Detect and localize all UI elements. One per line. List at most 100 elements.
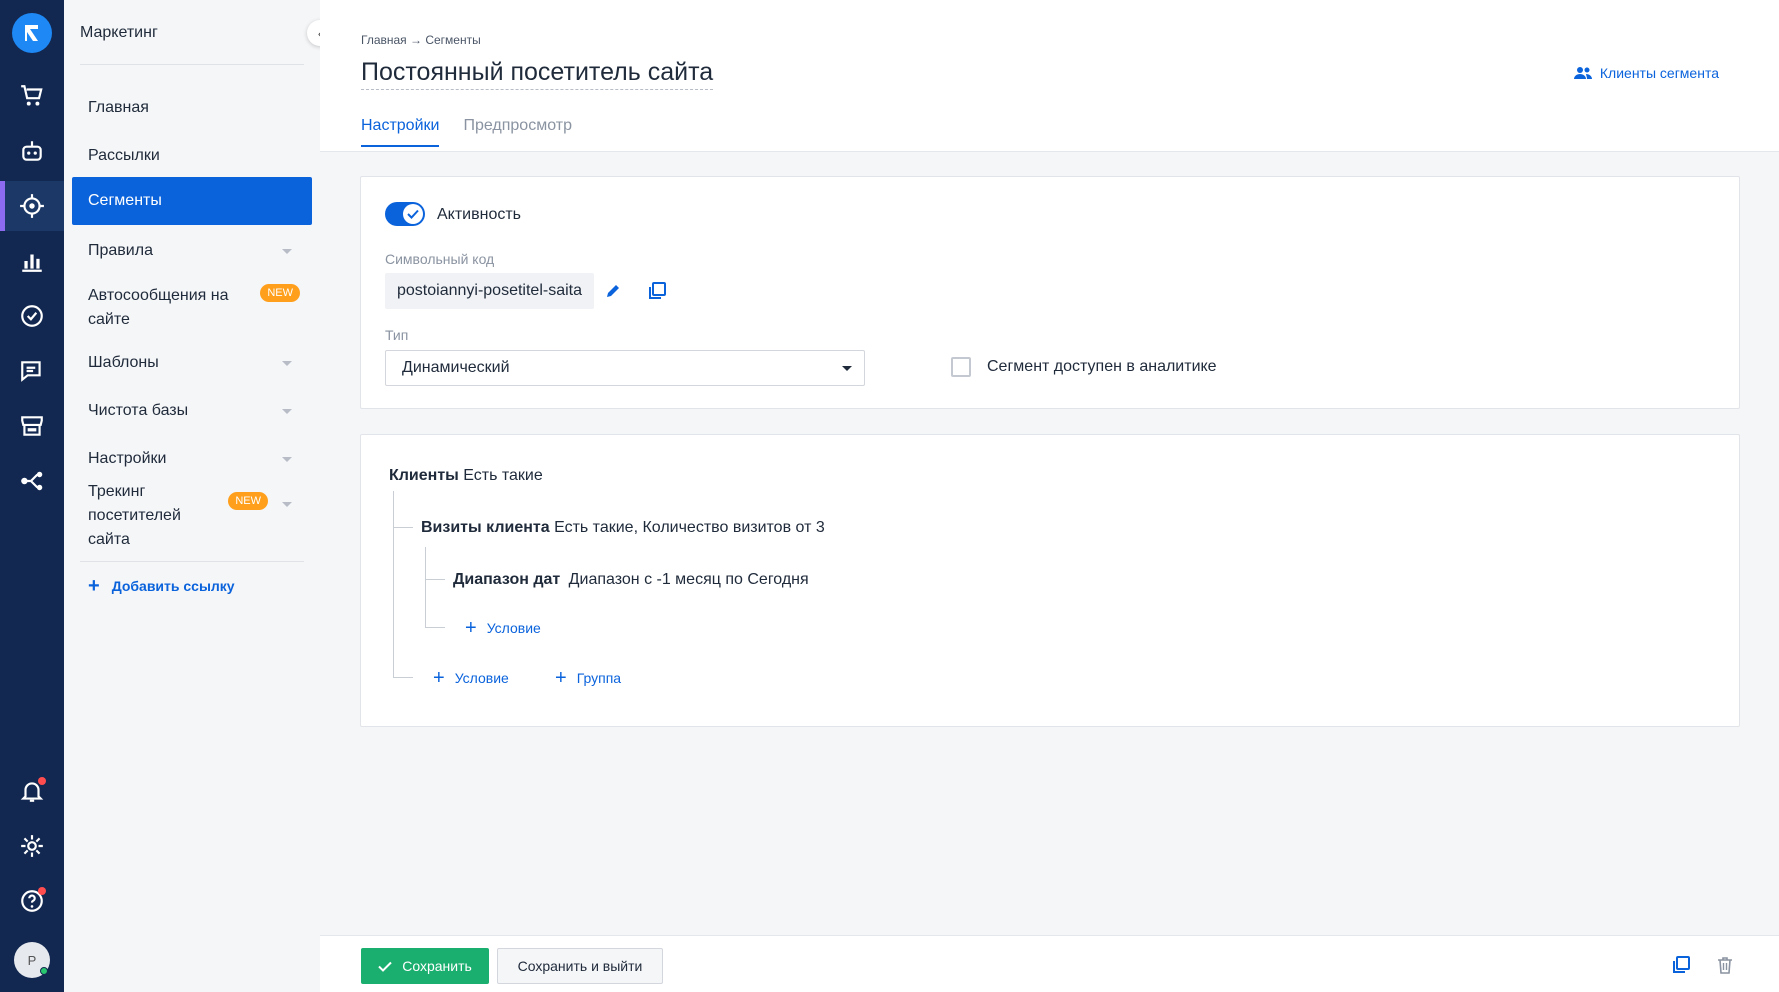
filter-clients-row[interactable]: Клиенты Есть такие (389, 467, 543, 485)
section-sidebar: Маркетинг Главная Рассылки Сегменты Прав… (64, 0, 320, 992)
pencil-icon (607, 285, 619, 297)
sidebar-item-templates[interactable]: Шаблоны (72, 345, 312, 381)
chevron-down-icon (282, 361, 292, 366)
add-link-button[interactable]: + Добавить ссылку (88, 576, 235, 596)
rail-help[interactable] (0, 876, 64, 926)
sidebar-item-automessages[interactable]: Автосообщения на сайте NEW (72, 280, 312, 336)
add-link-label: Добавить ссылку (111, 578, 235, 594)
chevron-down-icon (282, 457, 292, 462)
delete-segment-button[interactable] (1713, 953, 1737, 977)
save-button-label: Сохранить (402, 958, 472, 974)
code-label: Символьный код (385, 251, 495, 267)
plus-icon: + (465, 617, 477, 639)
filter-name: Визиты клиента (421, 519, 550, 536)
chevron-down-icon (282, 409, 292, 414)
footer-bar: Сохранить Сохранить и выйти (320, 935, 1779, 992)
sidebar-item-label: Главная (88, 99, 149, 116)
users-icon (1573, 67, 1592, 79)
sidebar-item-label: Сегменты (88, 192, 162, 209)
sidebar-item-mailings[interactable]: Рассылки (72, 138, 312, 174)
cart-icon (21, 85, 43, 106)
rail-settings[interactable] (0, 821, 64, 871)
tree-line (393, 527, 413, 528)
trash-icon (1718, 957, 1732, 974)
segment-clients-link[interactable]: Клиенты сегмента (1573, 65, 1719, 81)
tree-line (425, 627, 445, 628)
chevron-down-icon (282, 249, 292, 254)
plus-icon: + (433, 667, 445, 689)
check-icon (407, 209, 419, 219)
tree-line (393, 491, 394, 677)
breadcrumb[interactable]: Главная → Сегменты (361, 33, 481, 47)
add-condition-button[interactable]: + Условие (433, 667, 509, 689)
filter-name: Клиенты (389, 467, 459, 484)
copy-segment-button[interactable] (1669, 953, 1693, 977)
copy-icon (649, 282, 666, 299)
filter-desc: Есть такие (463, 467, 543, 484)
robot-icon (22, 141, 42, 161)
divider (80, 561, 304, 562)
activity-toggle[interactable] (385, 202, 425, 226)
sidebar-item-visitor-tracking[interactable]: Трекинг посетителей сайта NEW (72, 483, 312, 548)
sidebar-item-rules[interactable]: Правила (72, 233, 312, 269)
save-button[interactable]: Сохранить (361, 948, 489, 984)
inner-add-condition-button[interactable]: + Условие (465, 617, 541, 639)
add-group-button[interactable]: + Группа (555, 667, 622, 689)
toggle-knob (403, 204, 423, 224)
app-logo[interactable] (12, 13, 52, 53)
copy-code-button[interactable] (645, 279, 669, 303)
online-status-dot (40, 967, 48, 975)
type-label: Тип (385, 327, 409, 343)
sidebar-item-label: Чистота базы (88, 402, 189, 419)
sidebar-item-label: Трекинг посетителей сайта (88, 483, 181, 548)
sidebar-item-home[interactable]: Главная (72, 90, 312, 126)
sidebar-item-label: Правила (88, 242, 153, 259)
sidebar-item-segments[interactable]: Сегменты (72, 177, 312, 225)
divider (80, 64, 304, 65)
add-group-label: Группа (576, 670, 622, 686)
tab-preview[interactable]: Предпросмотр (463, 117, 572, 147)
rail-notifications[interactable] (0, 766, 64, 816)
logo-icon (25, 25, 38, 41)
rail-cart[interactable] (0, 71, 64, 121)
filter-visits-row[interactable]: Визиты клиента Есть такие, Количество ви… (421, 519, 825, 537)
sidebar-item-db-cleanliness[interactable]: Чистота базы (72, 393, 312, 429)
filter-date-range-row[interactable]: Диапазон дат Диапазон с -1 месяц по Сего… (453, 571, 809, 589)
plus-icon: + (555, 667, 567, 689)
save-exit-button[interactable]: Сохранить и выйти (497, 948, 663, 984)
filter-desc: Диапазон с -1 месяц по Сегодня (568, 571, 809, 588)
sidebar-item-label: Рассылки (88, 147, 160, 164)
analytics-checkbox[interactable] (951, 357, 971, 377)
add-condition-label: Условие (454, 670, 509, 686)
rail-analytics[interactable] (0, 236, 64, 286)
page-title[interactable]: Постоянный посетитель сайта (361, 58, 714, 90)
rail-target[interactable] (0, 181, 64, 231)
copy-icon (1673, 956, 1690, 973)
rail-store[interactable] (0, 401, 64, 451)
add-condition-label: Условие (486, 620, 541, 636)
tree-line (425, 547, 426, 627)
tree-line (393, 677, 413, 678)
code-field: postoiannyi-posetitel-saita (385, 273, 594, 309)
chevron-down-icon (282, 502, 292, 507)
main-content: Главная → Сегменты Постоянный посетитель… (320, 0, 1779, 992)
rail-share[interactable] (0, 456, 64, 506)
share-icon (21, 471, 43, 491)
sidebar-item-settings[interactable]: Настройки (72, 441, 312, 477)
rail-tasks[interactable] (0, 291, 64, 341)
rail-robot[interactable] (0, 126, 64, 176)
filter-desc: Есть такие, Количество визитов от 3 (554, 519, 825, 536)
sidebar-title: Маркетинг (80, 24, 158, 41)
chat-icon (21, 361, 41, 382)
rail-chat[interactable] (0, 346, 64, 396)
sidebar-item-label: Автосообщения на сайте (88, 287, 229, 328)
analytics-checkbox-label[interactable]: Сегмент доступен в аналитике (987, 358, 1217, 376)
type-select-value: Динамический (402, 359, 510, 376)
gear-icon (21, 835, 43, 857)
edit-code-button[interactable] (601, 279, 625, 303)
activity-label: Активность (437, 206, 522, 223)
tab-settings[interactable]: Настройки (361, 117, 440, 147)
type-select[interactable]: Динамический (385, 350, 865, 386)
sidebar-item-label: Настройки (88, 450, 167, 467)
settings-card: Активность Символьный код postoiannyi-po… (360, 176, 1740, 409)
